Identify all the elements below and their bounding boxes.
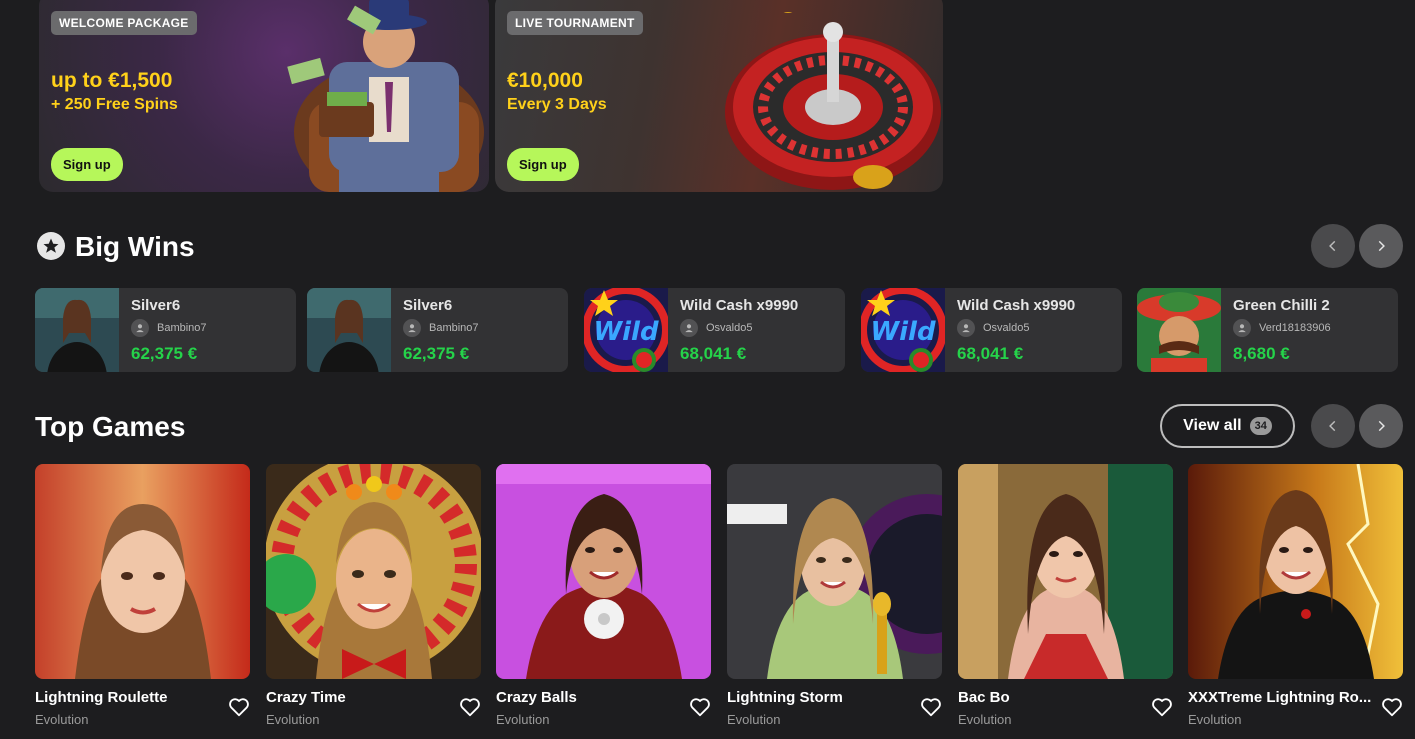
top-games-next-button[interactable] xyxy=(1359,404,1403,448)
win-prize: 68,041 € xyxy=(680,344,747,363)
promo-subtitle: + 250 Free Spins xyxy=(51,96,178,113)
view-all-label: View all xyxy=(1183,417,1242,434)
promo-live-tournament[interactable]: LIVE TOURNAMENT €10,000 Every 3 Days Sig… xyxy=(495,0,943,192)
game-image xyxy=(1188,463,1403,680)
win-username: Osvaldo5 xyxy=(706,322,753,334)
game-card[interactable]: Crazy Balls Evolution xyxy=(496,464,711,727)
win-prize: 8,680 € xyxy=(1233,344,1290,363)
win-game-name: Wild Cash x9990 xyxy=(957,297,1076,314)
big-wins-title: Big Wins xyxy=(75,231,195,262)
win-prize: 62,375 € xyxy=(131,344,198,363)
promo-amount: €10,000 xyxy=(507,69,583,92)
user-icon xyxy=(403,319,421,337)
game-name: Lightning Roulette xyxy=(35,689,168,706)
game-card[interactable]: Lightning Storm Evolution xyxy=(727,464,1007,727)
game-provider: Evolution xyxy=(35,712,89,727)
big-win-card[interactable]: Silver6 Bambino7 62,375 € xyxy=(307,288,568,372)
heart-icon[interactable] xyxy=(459,696,481,718)
game-thumbnail xyxy=(35,288,119,372)
game-image xyxy=(958,464,1173,679)
game-card[interactable]: Bac Bo Evolution xyxy=(958,464,1173,727)
big-wins-next-button[interactable] xyxy=(1359,224,1403,268)
game-card[interactable]: Lightning Roulette Evolution xyxy=(35,464,250,727)
win-user: Bambino7 xyxy=(131,319,207,337)
game-image xyxy=(35,464,250,679)
heart-icon[interactable] xyxy=(1151,696,1173,718)
game-thumbnail xyxy=(1137,288,1221,372)
chevron-left-icon xyxy=(1329,240,1336,252)
win-username: Osvaldo5 xyxy=(983,322,1030,334)
big-win-card[interactable]: Green Chilli 2 Verd18183906 8,680 € xyxy=(1137,288,1398,372)
heart-icon[interactable] xyxy=(228,696,250,718)
promo-subtitle: Every 3 Days xyxy=(507,96,607,113)
win-game-name: Wild Cash x9990 xyxy=(680,297,799,314)
top-games-title: Top Games xyxy=(35,411,186,442)
game-thumbnail: Wild xyxy=(861,288,945,372)
game-name: Crazy Time xyxy=(266,689,346,706)
view-all-button[interactable]: View all 34 xyxy=(1160,404,1295,448)
game-image xyxy=(727,464,1007,679)
star-icon xyxy=(37,232,65,260)
game-name: XXXTreme Lightning Ro... xyxy=(1188,689,1372,706)
game-provider: Evolution xyxy=(958,712,1012,727)
win-user: Osvaldo5 xyxy=(680,319,752,337)
chevron-right-icon xyxy=(1378,240,1385,252)
promo-tag: WELCOME PACKAGE xyxy=(51,11,197,35)
big-win-card[interactable]: Wild Wild Cash x9990 Osvaldo5 68,041 € xyxy=(861,288,1122,372)
win-username: Verd18183906 xyxy=(1259,322,1331,334)
win-user: Osvaldo5 xyxy=(957,319,1029,337)
big-wins-prev-button[interactable] xyxy=(1311,224,1355,268)
game-thumbnail: Wild xyxy=(584,288,668,372)
game-provider: Evolution xyxy=(727,712,781,727)
game-name: Bac Bo xyxy=(958,689,1010,706)
game-image xyxy=(496,464,711,679)
user-icon xyxy=(1233,319,1251,337)
svg-text:Wild: Wild xyxy=(870,317,936,347)
promo-welcome-package[interactable]: WELCOME PACKAGE up to €1,500 + 250 Free … xyxy=(39,0,489,192)
game-name: Lightning Storm xyxy=(727,689,843,706)
user-icon xyxy=(680,319,698,337)
roulette-wheel-illustration xyxy=(725,12,941,190)
game-card[interactable]: Crazy Time Evolution xyxy=(256,454,484,727)
game-provider: Evolution xyxy=(1188,712,1242,727)
heart-icon[interactable] xyxy=(1381,696,1403,718)
game-thumbnail xyxy=(307,288,391,372)
mobster-illustration xyxy=(287,0,484,192)
win-game-name: Green Chilli 2 xyxy=(1233,297,1330,314)
win-prize: 62,375 € xyxy=(403,344,470,363)
games-count-badge: 34 xyxy=(1249,417,1272,435)
game-provider: Evolution xyxy=(266,712,320,727)
win-game-name: Silver6 xyxy=(131,297,181,314)
svg-text:Wild: Wild xyxy=(593,317,659,347)
win-user: Bambino7 xyxy=(403,319,479,337)
user-icon xyxy=(131,319,149,337)
win-prize: 68,041 € xyxy=(957,344,1024,363)
game-name: Crazy Balls xyxy=(496,689,577,706)
top-games-prev-button[interactable] xyxy=(1311,404,1355,448)
user-icon xyxy=(957,319,975,337)
heart-icon[interactable] xyxy=(920,696,942,718)
win-username: Bambino7 xyxy=(429,322,479,334)
signup-button[interactable]: Sign up xyxy=(51,148,123,181)
game-card[interactable]: XXXTreme Lightning Ro... Evolution xyxy=(1188,463,1403,727)
win-game-name: Silver6 xyxy=(403,297,453,314)
promo-amount: up to €1,500 xyxy=(51,69,173,92)
game-image xyxy=(256,454,484,679)
heart-icon[interactable] xyxy=(689,696,711,718)
win-username: Bambino7 xyxy=(157,322,207,334)
chevron-right-icon xyxy=(1378,420,1385,432)
signup-button[interactable]: Sign up xyxy=(507,148,579,181)
win-user: Verd18183906 xyxy=(1233,319,1331,337)
promo-tag: LIVE TOURNAMENT xyxy=(507,11,643,35)
chevron-left-icon xyxy=(1329,420,1336,432)
big-win-card[interactable]: Wild Wild Cash x9990 Osvaldo5 68,041 € xyxy=(584,288,845,372)
big-win-card[interactable]: Silver6 Bambino7 62,375 € xyxy=(35,288,296,372)
game-provider: Evolution xyxy=(496,712,550,727)
